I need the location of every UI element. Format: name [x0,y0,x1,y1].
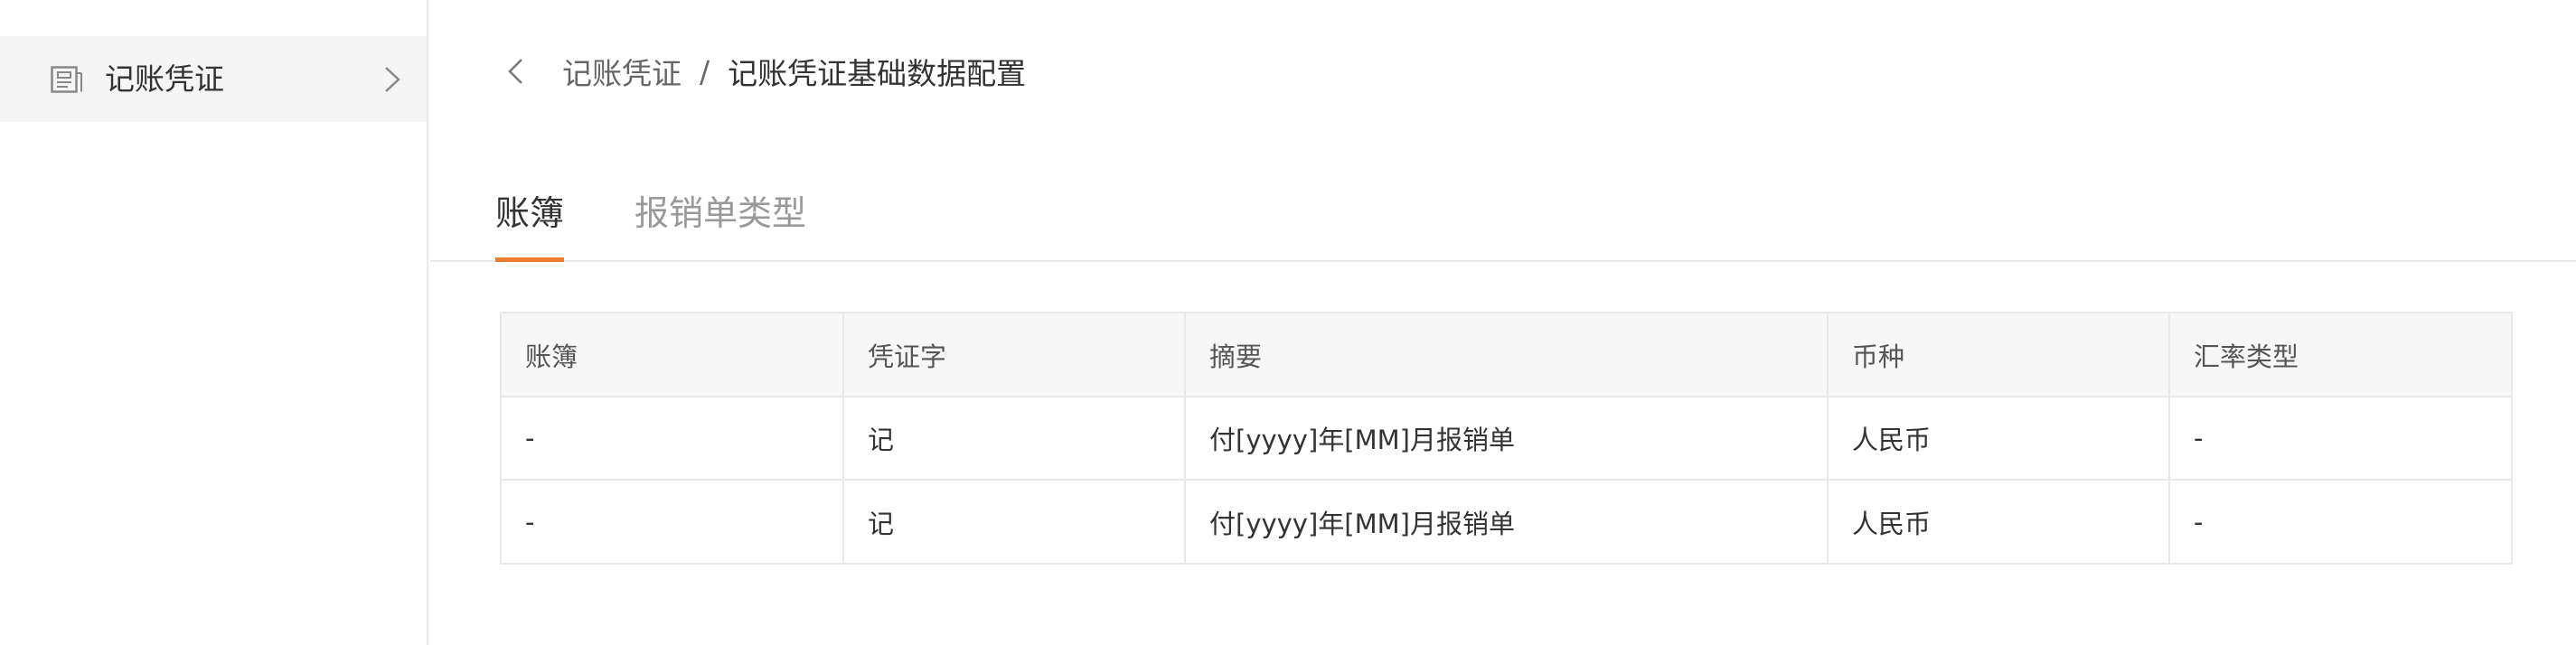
breadcrumb-separator: / [700,53,710,89]
chevron-left-icon[interactable] [504,56,528,87]
column-header-ledger: 账簿 [502,313,844,397]
cell-exchange-rate-type: - [2169,397,2511,481]
cell-ledger: - [502,480,844,563]
main-content: 记账凭证 / 记账凭证基础数据配置 账簿 报销单类型 账簿 凭证字 摘要 币种 [430,0,2576,645]
cell-exchange-rate-type: - [2194,506,2204,538]
tab-reimbursement-type[interactable]: 报销单类型 [635,186,806,240]
sidebar: 记账凭证 [0,0,428,645]
table-row[interactable]: - 记 付[yyyy]年[MM]月报销单 人民币 - [502,480,2511,563]
cell-summary: 付[yyyy]年[MM]月报销单 [1185,480,1829,563]
cell-voucher-word: 记 [843,480,1186,563]
sidebar-item-voucher[interactable]: 记账凭证 [0,36,427,122]
sidebar-item-label: 记账凭证 [105,61,224,97]
tab-ledger[interactable]: 账簿 [495,186,565,262]
breadcrumb: 记账凭证 / 记账凭证基础数据配置 [504,49,1026,94]
cell-currency: 人民币 [1828,480,2170,563]
table-row[interactable]: - 记 付[yyyy]年[MM]月报销单 人民币 - [502,397,2511,481]
table-header-row: 账簿 凭证字 摘要 币种 汇率类型 [502,313,2511,397]
document-icon [51,66,82,93]
cell-summary: 付[yyyy]年[MM]月报销单 [1185,397,1829,481]
column-header-exchange-rate-type: 汇率类型 [2169,313,2511,397]
column-header-voucher-word: 凭证字 [843,313,1186,397]
chevron-right-icon [385,67,400,92]
cell-currency: 人民币 [1828,397,2170,481]
breadcrumb-current: 记账凭证基础数据配置 [728,56,1027,91]
column-header-currency: 币种 [1828,313,2170,397]
breadcrumb-parent-link[interactable]: 记账凭证 [562,50,682,93]
column-header-summary: 摘要 [1185,313,1829,397]
data-table: 账簿 凭证字 摘要 币种 汇率类型 - 记 付[yyyy]年[MM]月报销单 人… [500,312,2513,565]
cell-voucher-word: 记 [843,397,1186,481]
cell-ledger: - [502,397,844,481]
tab-bar: 账簿 报销单类型 [430,163,2576,262]
app-window: 记账凭证 记账凭证 / 记账凭证基础数据配置 账簿 报销单类型 账簿 凭证字 摘… [0,0,2576,645]
